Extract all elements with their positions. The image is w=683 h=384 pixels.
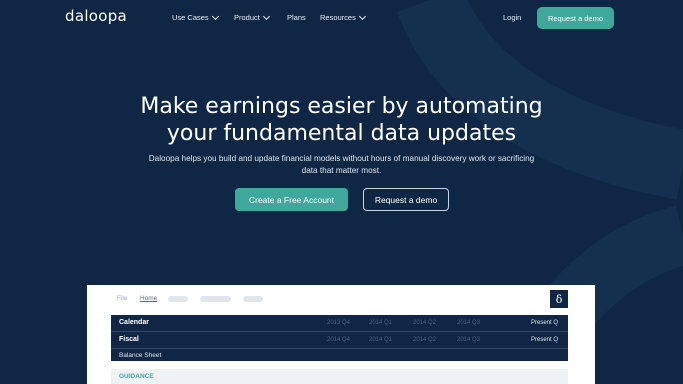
- menu-placeholder: [243, 296, 263, 302]
- nav-item-label: Use Cases: [172, 13, 209, 22]
- request-demo-button[interactable]: Request a demo: [363, 188, 449, 211]
- row-label: Balance Sheet: [119, 352, 162, 359]
- nav-item-product[interactable]: Product: [234, 12, 270, 22]
- table-cell: 2014 Q2: [413, 337, 437, 343]
- table-cell: Present Q: [530, 337, 558, 343]
- app-preview: File Home δ Calendar 2013 Q4 2014 Q1 201…: [87, 285, 595, 384]
- guidance-label: GUIDANCE: [119, 373, 154, 380]
- request-demo-nav-button[interactable]: Request a demo: [537, 7, 614, 29]
- table-row: Balance Sheet: [111, 349, 568, 361]
- nav-item-label: Resources: [320, 13, 356, 22]
- table-cell: 2013 Q4: [327, 320, 351, 326]
- chevron-down-icon: [211, 12, 219, 20]
- hero-title-line-1: Make earnings easier by automating: [140, 94, 543, 119]
- hero-title-line-2: your fundamental data updates: [166, 121, 517, 146]
- chevron-down-icon: [358, 12, 366, 20]
- menu-file[interactable]: File: [117, 295, 127, 302]
- nav-item-resources[interactable]: Resources: [320, 12, 366, 22]
- menu-home[interactable]: Home: [140, 295, 157, 302]
- daloopa-delta-icon: δ: [550, 290, 568, 308]
- menu-placeholder: [168, 296, 188, 302]
- table-cell: Present Q: [530, 320, 558, 326]
- row-label: Calendar: [119, 319, 149, 326]
- table-cell: 2014 Q3: [457, 320, 481, 326]
- nav-item-label: Plans: [287, 13, 306, 22]
- create-account-button[interactable]: Create a Free Account: [235, 188, 348, 211]
- guidance-section: GUIDANCE: [111, 369, 568, 384]
- top-navigation: daloopa Use Cases Product Plans Resource…: [0, 0, 683, 36]
- table-row: Calendar 2013 Q4 2014 Q1 2014 Q2 2014 Q3…: [111, 315, 568, 332]
- nav-item-plans[interactable]: Plans: [287, 13, 306, 22]
- data-table: Calendar 2013 Q4 2014 Q1 2014 Q2 2014 Q3…: [111, 315, 568, 361]
- hero-title: Make earnings easier by automating your …: [0, 93, 683, 147]
- table-cell: 2014 Q3: [457, 337, 481, 343]
- hero-subtitle: Daloopa helps you build and update finan…: [148, 154, 535, 175]
- menu-placeholder: [200, 296, 231, 302]
- daloopa-logo[interactable]: daloopa: [65, 7, 127, 25]
- row-label: Fiscal: [119, 336, 139, 343]
- table-cell: 2014 Q1: [369, 320, 393, 326]
- table-cell: 2014 Q1: [369, 337, 393, 343]
- table-cell: 2014 Q4: [327, 337, 351, 343]
- table-cell: 2014 Q2: [413, 320, 437, 326]
- table-row: Fiscal 2014 Q4 2014 Q1 2014 Q2 2014 Q3 P…: [111, 332, 568, 349]
- nav-item-label: Product: [234, 13, 260, 22]
- chevron-down-icon: [262, 12, 270, 20]
- nav-item-use-cases[interactable]: Use Cases: [172, 12, 219, 22]
- login-link[interactable]: Login: [503, 13, 521, 22]
